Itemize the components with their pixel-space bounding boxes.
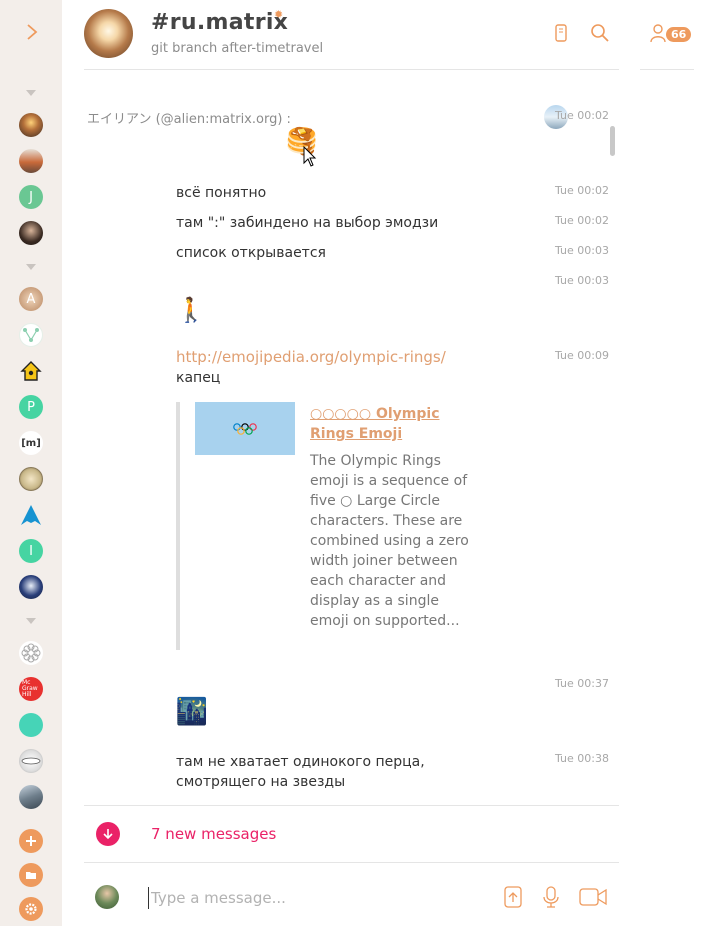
message-timestamp[interactable]: Tue 00:03 xyxy=(555,244,609,257)
arrow-down-icon xyxy=(103,829,113,840)
sidebar-room-4[interactable] xyxy=(19,221,43,245)
preview-image[interactable] xyxy=(195,402,295,455)
video-call-button[interactable] xyxy=(578,884,608,910)
new-messages-label[interactable]: 7 new messages xyxy=(151,825,276,843)
files-icon xyxy=(555,24,567,42)
room-header: #ru.matrix ✹ git branch after-timetravel xyxy=(84,0,619,70)
video-camera-icon xyxy=(579,888,607,906)
message-body: там ":" забиндено на выбор эмодзи xyxy=(176,215,439,231)
room-list-sidebar: J A P [m] I Mc Graw Hill xyxy=(0,0,62,926)
preview-description: The Olympic Rings emoji is a sequence of… xyxy=(310,453,469,629)
sidebar-room-11[interactable] xyxy=(19,503,43,527)
sidebar-room-12[interactable]: I xyxy=(19,539,43,563)
settings-button[interactable] xyxy=(19,897,43,921)
microphone-icon xyxy=(543,886,559,908)
message-timestamp[interactable]: Tue 00:03 xyxy=(555,274,609,287)
graph-icon xyxy=(23,328,39,342)
message-body: там не хватает одинокого перца, смотряще… xyxy=(176,754,425,790)
mouse-cursor-icon xyxy=(303,146,317,167)
message-composer xyxy=(84,866,699,926)
sidebar-room-8[interactable]: P xyxy=(19,395,43,419)
message-timestamp[interactable]: Tue 00:02 xyxy=(555,184,609,197)
app-root: J A P [m] I Mc Graw Hill #ru.matrix ✹ gi… xyxy=(0,0,711,926)
message-timestamp[interactable]: Tue 00:02 xyxy=(555,214,609,227)
room-directory-button[interactable] xyxy=(19,863,43,887)
create-room-button[interactable] xyxy=(19,829,43,853)
logo-icon xyxy=(21,757,41,765)
member-count-badge: 66 xyxy=(666,27,692,42)
message-link[interactable]: http://emojipedia.org/olympic-rings/ xyxy=(176,348,446,366)
arch-logo-icon xyxy=(21,505,41,525)
upload-icon xyxy=(504,886,522,908)
preview-title-link[interactable]: ○○○○○ Olympic Rings Emoji xyxy=(310,404,460,444)
room-avatar[interactable] xyxy=(84,9,133,58)
new-messages-bar: 7 new messages xyxy=(84,805,619,863)
expand-sidebar-chevron-icon[interactable] xyxy=(22,20,42,44)
olympic-rings-icon xyxy=(233,422,257,435)
sidebar-room-7[interactable] xyxy=(19,359,43,383)
member-list-button[interactable]: 66 xyxy=(640,0,694,70)
sidebar-room-9[interactable]: [m] xyxy=(19,431,43,455)
message-emoji: 🌃 xyxy=(175,697,209,727)
folder-icon xyxy=(26,872,36,879)
sidebar-room-18[interactable] xyxy=(19,785,43,809)
sidebar-room-15[interactable]: Mc Graw Hill xyxy=(19,677,43,701)
message-body: список открывается xyxy=(176,245,326,261)
home-icon xyxy=(20,361,42,381)
message-timestamp[interactable]: Tue 00:09 xyxy=(555,349,609,362)
flower-icon xyxy=(21,643,41,663)
message-emoji: 🚶 xyxy=(176,296,206,324)
sidebar-room-10[interactable] xyxy=(19,467,43,491)
sidebar-room-5[interactable]: A xyxy=(19,287,43,311)
url-preview-card: ○○○○○ Olympic Rings Emoji The Olympic Ri… xyxy=(176,402,469,650)
sender-name[interactable]: エイリアン (@alien:matrix.org) : xyxy=(87,108,291,127)
voice-call-button[interactable] xyxy=(538,884,564,910)
message-timestamp[interactable]: Tue 00:38 xyxy=(555,752,609,765)
message-body: всё понятно xyxy=(176,185,267,201)
message-timestamp[interactable]: Tue 00:37 xyxy=(555,677,609,690)
message-timestamp[interactable]: Tue 00:02 xyxy=(555,109,609,122)
room-name[interactable]: #ru.matrix xyxy=(151,10,288,35)
room-topic: git branch after-timetravel xyxy=(151,41,324,56)
sidebar-room-2[interactable] xyxy=(19,149,43,173)
sidebar-room-17[interactable] xyxy=(19,749,43,773)
gear-icon xyxy=(25,903,37,915)
section-collapse-icon[interactable] xyxy=(26,264,36,270)
search-button[interactable] xyxy=(589,22,611,44)
sidebar-room-13[interactable] xyxy=(19,575,43,599)
sidebar-room-3[interactable]: J xyxy=(19,185,43,209)
sidebar-room-14[interactable] xyxy=(19,641,43,665)
timeline-scrollbar[interactable] xyxy=(610,126,615,156)
plus-icon xyxy=(26,836,36,846)
sidebar-room-6[interactable] xyxy=(19,323,43,347)
own-avatar[interactable] xyxy=(95,885,119,909)
jump-to-latest-button[interactable] xyxy=(96,822,120,846)
section-collapse-icon[interactable] xyxy=(26,90,36,96)
message-timeline[interactable]: エイリアン (@alien:matrix.org) : 🥞 Tue 00:02 … xyxy=(84,72,619,804)
section-collapse-icon[interactable] xyxy=(26,618,36,624)
room-settings-gear-icon[interactable]: ✹ xyxy=(274,8,283,21)
upload-button[interactable] xyxy=(500,884,526,910)
sidebar-room-1[interactable] xyxy=(19,113,43,137)
message-body: капец xyxy=(176,370,221,386)
search-icon xyxy=(591,24,609,42)
room-files-button[interactable] xyxy=(550,22,572,44)
sidebar-room-16[interactable] xyxy=(19,713,43,737)
message-input[interactable] xyxy=(148,887,468,909)
